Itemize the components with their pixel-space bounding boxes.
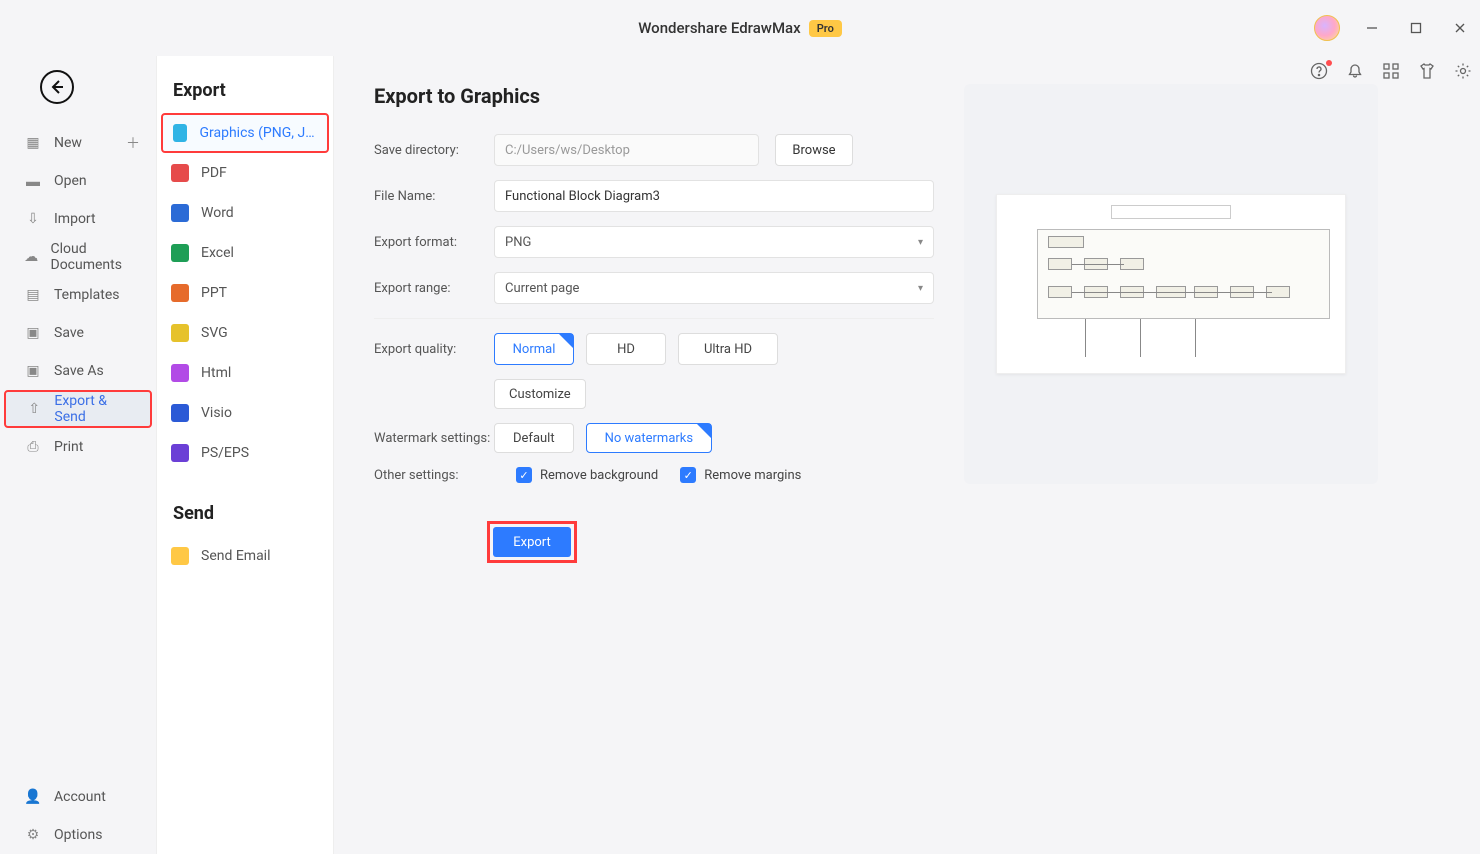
- quality-normal[interactable]: Normal: [494, 333, 574, 365]
- format-graphics[interactable]: Graphics (PNG, JPG e...: [161, 113, 329, 153]
- export-highlight: Export: [487, 521, 577, 563]
- titlebar: Wondershare EdrawMax Pro: [0, 0, 1480, 56]
- format-visio[interactable]: Visio: [157, 393, 333, 433]
- nav-save[interactable]: ▣Save: [0, 314, 156, 352]
- header-toolbar: [1310, 62, 1472, 80]
- checkbox-checked-icon: ✓: [516, 467, 532, 483]
- folder-icon: ▬: [24, 172, 42, 190]
- ps-icon: [171, 444, 189, 462]
- checkbox-checked-icon: ✓: [680, 467, 696, 483]
- watermark-default[interactable]: Default: [494, 423, 574, 453]
- apps-icon[interactable]: [1382, 62, 1400, 80]
- remove-margins-checkbox[interactable]: ✓Remove margins: [680, 467, 801, 483]
- print-icon: ⎙: [24, 438, 42, 456]
- pro-badge: Pro: [809, 20, 842, 37]
- watermark-none[interactable]: No watermarks: [586, 423, 712, 453]
- nav-new[interactable]: ▦New＋: [0, 124, 156, 162]
- range-select[interactable]: Current page▾: [494, 272, 934, 304]
- help-icon[interactable]: [1310, 62, 1328, 80]
- format-excel[interactable]: Excel: [157, 233, 333, 273]
- nav-templates[interactable]: ▤Templates: [0, 276, 156, 314]
- save-dir-input[interactable]: [494, 134, 759, 166]
- send-email[interactable]: Send Email: [157, 536, 333, 576]
- app-title: Wondershare EdrawMax: [638, 19, 801, 37]
- templates-icon: ▤: [24, 286, 42, 304]
- format-svg[interactable]: SVG: [157, 313, 333, 353]
- range-label: Export range:: [374, 281, 494, 296]
- export-heading: Export: [157, 80, 333, 113]
- format-pdf[interactable]: PDF: [157, 153, 333, 193]
- svg-icon: [171, 324, 189, 342]
- save-as-icon: ▣: [24, 362, 42, 380]
- nav-save-as[interactable]: ▣Save As: [0, 352, 156, 390]
- file-name-input[interactable]: [494, 180, 934, 212]
- format-ppt[interactable]: PPT: [157, 273, 333, 313]
- export-icon: ⇧: [26, 400, 42, 418]
- export-settings-panel: Export to Graphics Save directory: Brows…: [334, 56, 1480, 854]
- import-icon: ⇩: [24, 210, 42, 228]
- export-format-panel: Export Graphics (PNG, JPG e... PDF Word …: [157, 56, 334, 854]
- chevron-down-icon: ▾: [918, 283, 923, 294]
- other-settings-label: Other settings:: [374, 468, 494, 483]
- format-select[interactable]: PNG▾: [494, 226, 934, 258]
- back-button[interactable]: [40, 70, 74, 104]
- account-icon: 👤: [24, 788, 42, 806]
- format-word[interactable]: Word: [157, 193, 333, 233]
- send-heading: Send: [157, 503, 333, 536]
- remove-bg-checkbox[interactable]: ✓Remove background: [516, 467, 658, 483]
- excel-icon: [171, 244, 189, 262]
- left-sidebar: ▦New＋ ▬Open ⇩Import ☁Cloud Documents ▤Te…: [0, 56, 157, 854]
- customize-button[interactable]: Customize: [494, 379, 586, 409]
- nav-account[interactable]: 👤Account: [0, 778, 156, 816]
- maximize-button[interactable]: [1404, 16, 1428, 40]
- gear-icon[interactable]: [1454, 62, 1472, 80]
- ppt-icon: [171, 284, 189, 302]
- visio-icon: [171, 404, 189, 422]
- word-icon: [171, 204, 189, 222]
- preview-area: [964, 84, 1446, 854]
- watermark-label: Watermark settings:: [374, 431, 494, 446]
- user-avatar[interactable]: [1314, 15, 1340, 41]
- nav-export-send[interactable]: ⇧Export & Send: [4, 390, 152, 428]
- check-icon: [559, 334, 573, 348]
- nav-cloud[interactable]: ☁Cloud Documents: [0, 238, 156, 276]
- nav-import[interactable]: ⇩Import: [0, 200, 156, 238]
- graphics-icon: [173, 124, 187, 142]
- minimize-button[interactable]: [1360, 16, 1384, 40]
- save-icon: ▣: [24, 324, 42, 342]
- html-icon: [171, 364, 189, 382]
- chevron-down-icon: ▾: [918, 237, 923, 248]
- nav-options[interactable]: ⚙Options: [0, 816, 156, 854]
- format-label: Export format:: [374, 235, 494, 250]
- cloud-icon: ☁: [24, 248, 39, 266]
- bell-icon[interactable]: [1346, 62, 1364, 80]
- gear-icon: ⚙: [24, 826, 42, 844]
- format-ps-eps[interactable]: PS/EPS: [157, 433, 333, 473]
- save-dir-label: Save directory:: [374, 143, 494, 158]
- quality-label: Export quality:: [374, 342, 494, 357]
- file-name-label: File Name:: [374, 189, 494, 204]
- nav-open[interactable]: ▬Open: [0, 162, 156, 200]
- quality-ultra-hd[interactable]: Ultra HD: [678, 333, 778, 365]
- quality-hd[interactable]: HD: [586, 333, 666, 365]
- nav-print[interactable]: ⎙Print: [0, 428, 156, 466]
- email-icon: [171, 547, 189, 565]
- close-button[interactable]: [1448, 16, 1472, 40]
- diagram-thumbnail: [996, 194, 1346, 374]
- page-title: Export to Graphics: [374, 84, 934, 108]
- check-icon: [697, 424, 711, 438]
- export-button[interactable]: Export: [493, 527, 571, 557]
- plus-square-icon: ▦: [24, 134, 42, 152]
- pdf-icon: [171, 164, 189, 182]
- plus-icon[interactable]: ＋: [126, 133, 140, 153]
- format-html[interactable]: Html: [157, 353, 333, 393]
- browse-button[interactable]: Browse: [775, 134, 853, 166]
- shirt-icon[interactable]: [1418, 62, 1436, 80]
